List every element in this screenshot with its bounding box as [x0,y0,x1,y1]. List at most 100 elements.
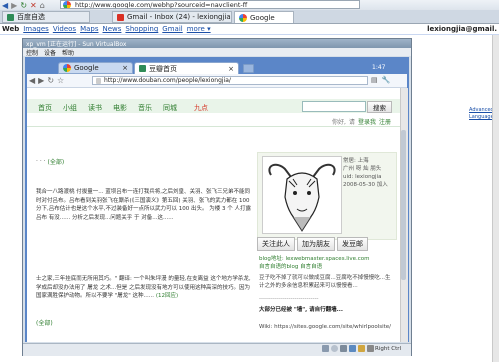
profile-divider: ------------------------------ [259,296,319,302]
profile-bio: 豆子吃不掉了就可以做成豆腐...豆腐吃不掉慢慢吃...生计之外的多余信息积累起来… [259,275,391,289]
google-bar: Web Images Videos Maps News Shopping Gma… [2,25,211,33]
new-tab-button[interactable] [243,64,254,73]
reload-icon[interactable]: ↻ [47,76,54,85]
follow-button[interactable]: 关注此人 [257,237,295,251]
profile-location: 常居: 上海 [343,158,369,164]
google-bar-link-maps[interactable]: Maps [80,25,98,33]
profile-blog: blog地址: lexwebmaster.spaces.live.com 自言自… [259,255,370,271]
host-tab-label: Google [250,13,275,22]
profile-uid: uid: lexiongjia [343,174,382,180]
guest-clock: 1:47 [372,64,386,71]
gnu-avatar-icon [268,163,336,232]
guest-omnibox-text: http://www.douban.com/people/lexiongjia/ [104,77,231,84]
google-bar-link-news[interactable]: News [103,25,122,33]
profile-joined: 2008-05-30 加入 [343,182,388,188]
guest-tab-douban[interactable]: 豆瓣首页 × [134,62,239,74]
network-icon[interactable] [349,345,356,352]
host-nav-icons: ◀ ▶ ↻ ✕ ⌂ [2,1,45,10]
profile-notice: 大部分已经被 "墙", 请自行翻墙... [259,307,343,313]
host-scrollbar[interactable] [492,35,499,362]
blog-address: blog地址: lexwebmaster.spaces.live.com [259,255,370,263]
add-friend-button[interactable]: 加为朋友 [297,237,335,251]
douban-nav-divider [27,126,400,127]
douban-favicon-icon [7,13,14,21]
google-bar-link-web[interactable]: Web [2,25,19,33]
more-link-bottom[interactable]: (全部) [36,318,53,327]
host-tab-label: Gmail - Inbox (24) - lexiongjia@gm... [127,13,231,21]
vm-status-icons [322,345,374,352]
google-user-email: lexiongjia@gmail. [427,25,497,33]
bookmark-star-icon[interactable]: ☆ [57,76,64,85]
please-text: 请 [348,119,355,126]
google-bar-link-videos[interactable]: Videos [53,25,76,33]
vm-titlebar: xp_vm [正在运行] - Sun VirtualBox [23,39,411,48]
google-favicon-icon [63,1,71,8]
status-paragraph-2: 士之家,三年挂底而无所用其巧。" 翻译: 一个叫朱坪漫 的量轻,在支离益 这个地… [36,275,254,303]
cd-icon[interactable] [331,345,338,352]
douban-nav-home[interactable]: 首页 [38,103,52,113]
host-tab-google[interactable]: Google [234,11,294,23]
guest-scrollbar-thumb[interactable] [401,130,406,280]
usb-icon[interactable] [340,345,347,352]
avatar [262,156,342,234]
vm-host-key-label: Right Ctrl [375,346,402,352]
status-paragraph-1: 我合一八路渡桃 付拔量一... 蓝坝吕布一连打我兵将,之后刘皇、关羽、张飞三兄弟… [36,189,251,221]
close-tab-icon[interactable]: × [228,65,234,73]
douban-search-button[interactable]: 搜索 [367,101,392,113]
hdd-icon[interactable] [322,345,329,352]
status-paragraph-2-text: 士之家,三年挂底而无所用其巧。" 翻译: 一个叫朱坪漫 的量轻,在支离益 这个地… [36,276,251,299]
mouse-integration-icon[interactable] [367,345,374,352]
login-link[interactable]: 登录我 [358,117,376,126]
vm-menubar: 控制 设备 帮助 [23,48,411,57]
send-mail-button[interactable]: 发豆邮 [337,237,368,251]
vm-menu-control[interactable]: 控制 [26,48,38,57]
google-bar-link-more[interactable]: more ▾ [187,25,211,33]
douban-nav-books[interactable]: 读书 [88,103,102,113]
register-link[interactable]: 注册 [379,117,391,126]
more-link[interactable]: (全部) [48,157,65,166]
google-bar-link-gmail[interactable]: Gmail [162,25,182,33]
douban-nav-groups[interactable]: 小组 [63,103,77,113]
reload-icon[interactable]: ↻ [20,1,27,10]
profile-wiki[interactable]: Wiki: https://sites.google.com/site/whir… [259,324,399,330]
home-icon[interactable]: ⌂ [40,1,45,10]
replies-link[interactable]: (12回应) [156,293,178,299]
profile-handle: 广州 呀 灿 朋头 [343,166,382,172]
shared-folder-icon[interactable] [358,345,365,352]
forward-icon[interactable]: ▶ [11,1,17,10]
back-icon[interactable]: ◀ [2,1,8,10]
blog-name[interactable]: 自言自语的blog 自言自语 [259,263,370,271]
blog-link[interactable]: blog地址: lexwebmaster.spaces.live.com [259,256,370,262]
douban-nav-9dian[interactable]: 九点 [194,103,208,113]
stop-icon[interactable]: ✕ [30,1,37,10]
guest-omnibox[interactable]: http://www.douban.com/people/lexiongjia/ [92,76,368,85]
host-tab-douban[interactable]: 百度自选 [2,11,90,23]
profile-actions: 关注此人 加为朋友 发豆邮 [257,237,368,251]
google-bar-link-images[interactable]: Images [23,25,49,33]
guest-nav-buttons: ◀ ▶ ↻ ☆ [29,76,64,85]
douban-nav-music[interactable]: 音乐 [138,103,152,113]
vm-menu-help[interactable]: 帮助 [62,48,74,57]
forward-icon[interactable]: ▶ [38,76,44,85]
douban-nav-movies[interactable]: 电影 [113,103,127,113]
douban-nav-city[interactable]: 同城 [163,103,177,113]
close-tab-icon[interactable]: × [122,64,128,72]
page-menu-icon[interactable]: ▤ [371,76,378,84]
guest-tab-label: 豆瓣首页 [149,64,177,73]
ellipsis-text: · · · [36,158,46,165]
douban-favicon-icon [139,65,146,72]
vm-title: xp_vm [正在运行] - Sun VirtualBox [26,41,127,48]
profile-info: 常居: 上海 广州 呀 灿 朋头 uid: lexiongjia 2008-05… [343,157,388,189]
guest-tab-google[interactable]: Google × [58,62,133,74]
greeting-text: 你好, [332,119,346,126]
host-tab-gmail[interactable]: Gmail - Inbox (24) - lexiongjia@gm... [112,11,232,23]
wrench-icon[interactable]: 🔧 [382,76,391,84]
google-favicon-icon [63,64,71,72]
back-icon[interactable]: ◀ [29,76,35,85]
douban-user-links: 你好, 请 登录我 注册 [332,117,391,126]
google-bar-link-shopping[interactable]: Shopping [125,25,158,33]
douban-search-input[interactable] [302,101,366,112]
vm-menu-devices[interactable]: 设备 [44,48,56,57]
more-link-row: · · · (全部) [36,157,64,166]
host-address-bar[interactable]: http://www.google.com/webhp?sourceid=nav… [60,0,360,9]
